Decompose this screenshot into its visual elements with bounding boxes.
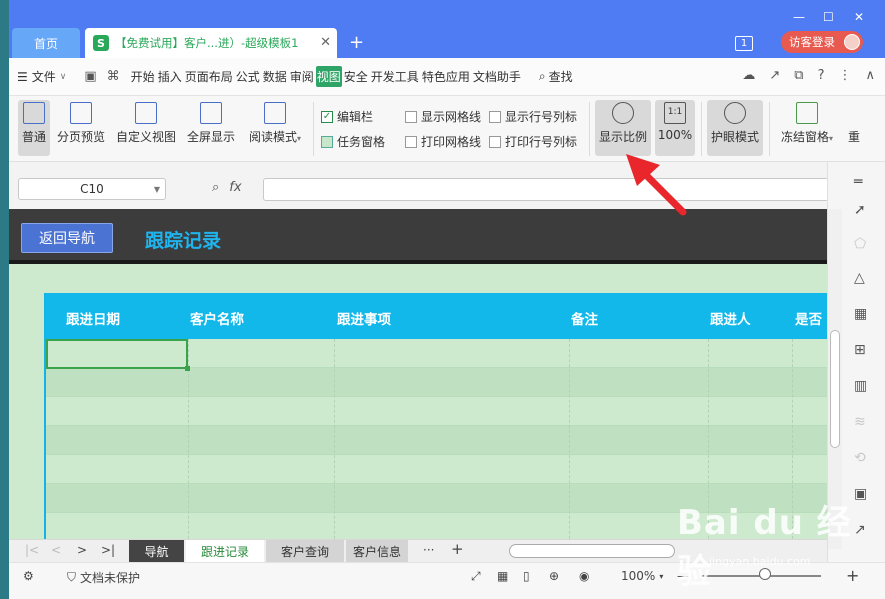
annotation-arrow xyxy=(626,154,687,216)
